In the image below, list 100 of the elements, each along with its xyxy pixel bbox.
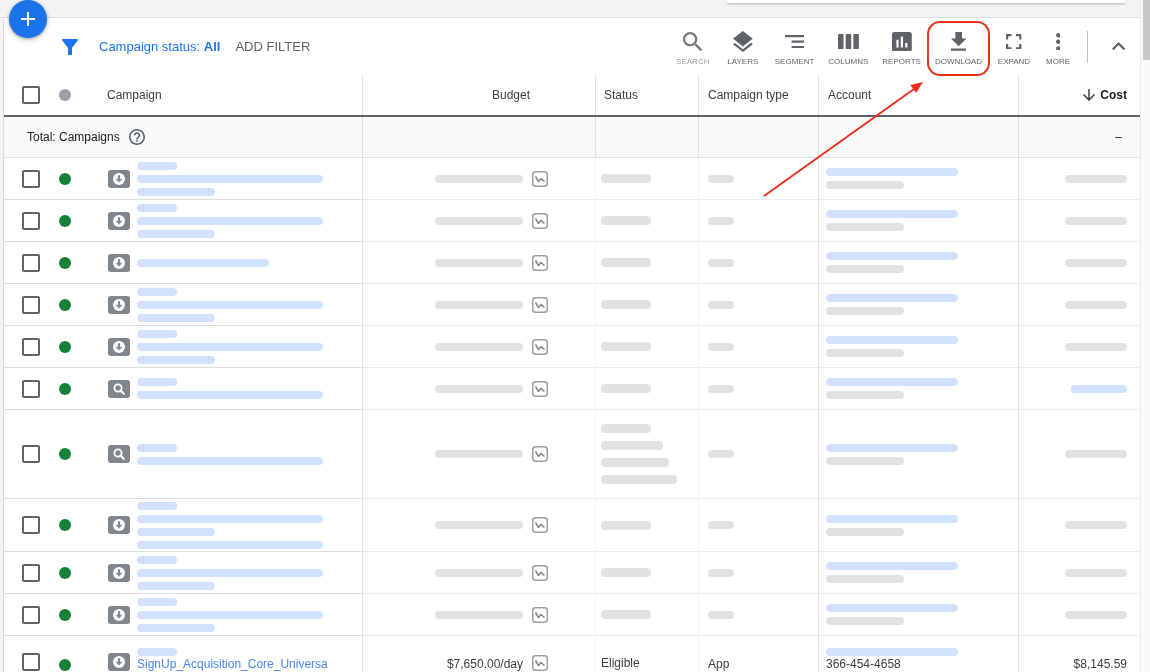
columns-button[interactable]: COLUMNS [824, 21, 873, 72]
download-icon [108, 516, 130, 534]
redacted-text [137, 597, 177, 606]
redacted-text [708, 521, 734, 529]
chart-icon [532, 380, 548, 397]
chart-icon [532, 338, 548, 355]
redacted-text [137, 647, 177, 656]
download-icon [108, 337, 130, 356]
redacted-text [1065, 216, 1127, 225]
redacted-text [137, 378, 177, 386]
checkbox[interactable] [22, 86, 40, 104]
redacted-text [708, 300, 734, 309]
download-icon [108, 605, 130, 624]
redacted-text [601, 342, 651, 351]
redacted-text [137, 287, 177, 296]
redacted-text [601, 568, 651, 577]
status-filter[interactable]: Campaign status: All [99, 39, 221, 54]
checkbox[interactable] [22, 516, 40, 534]
redacted-text [601, 174, 651, 183]
download-icon [108, 253, 130, 272]
column-header[interactable]: Account [828, 88, 872, 102]
chevron-up-icon [1112, 42, 1126, 51]
redacted-text [1065, 174, 1127, 183]
redacted-text [1065, 521, 1127, 529]
download-icon [108, 295, 130, 314]
checkbox[interactable] [22, 445, 40, 463]
chart-icon [532, 296, 548, 313]
chart-icon [532, 212, 548, 229]
column-header[interactable]: Status [604, 88, 639, 102]
chart-icon [532, 564, 548, 581]
plus-icon [21, 12, 35, 26]
redacted-text [601, 300, 651, 309]
download-icon [950, 32, 967, 51]
redacted-text [137, 203, 177, 212]
total-cost: – [1115, 130, 1122, 144]
checkbox[interactable] [22, 295, 40, 314]
redacted-text [708, 258, 734, 267]
account-number: 366-454-4658 [826, 658, 901, 671]
redacted-text [601, 384, 651, 393]
chart-icon [532, 655, 548, 671]
checkbox[interactable] [22, 653, 40, 671]
chart-icon [532, 170, 548, 187]
column-header[interactable]: Cost [1083, 88, 1127, 102]
redacted-text [708, 568, 734, 577]
redacted-text [601, 216, 651, 225]
search-icon [683, 31, 703, 52]
redacted-text [708, 174, 734, 183]
more-icon [1055, 32, 1061, 51]
redacted-text [137, 501, 177, 510]
checkbox[interactable] [22, 337, 40, 356]
download-icon [108, 169, 130, 188]
redacted-text [1065, 300, 1127, 309]
chart-icon [532, 606, 548, 623]
campaign-type-text: App [708, 658, 730, 671]
redacted-text [1065, 450, 1127, 458]
redacted-text [1071, 384, 1127, 393]
checkbox[interactable] [22, 605, 40, 624]
download-icon [108, 211, 130, 230]
redacted-text [601, 441, 663, 450]
filter-icon [62, 38, 78, 55]
reports-button[interactable]: REPORTS [878, 21, 925, 72]
redacted-text [708, 342, 734, 351]
redacted-text [1065, 568, 1127, 577]
cost-amount: $8,145.59 [1073, 658, 1127, 671]
redacted-text [1065, 342, 1127, 351]
chart-icon [532, 446, 548, 462]
lines-icon [784, 34, 805, 49]
chart-icon [532, 517, 548, 533]
redacted-text [708, 610, 734, 619]
status-text: Eligible [601, 655, 640, 672]
fullscreen-icon [1006, 33, 1022, 50]
download-button[interactable]: DOWNLOAD [930, 21, 986, 72]
checkbox[interactable] [22, 379, 40, 398]
sort-arrow-icon [1083, 89, 1096, 101]
checkbox[interactable] [22, 169, 40, 188]
download-icon [108, 563, 130, 582]
status-header-icon [59, 89, 71, 101]
chart-icon [532, 254, 548, 271]
checkbox[interactable] [22, 211, 40, 230]
checkbox[interactable] [22, 563, 40, 582]
checkbox[interactable] [22, 253, 40, 272]
redacted-text [601, 520, 651, 530]
budget-amount: $7,650.00/day [446, 658, 523, 671]
column-header[interactable]: Campaign [107, 88, 162, 102]
help-icon[interactable] [128, 129, 145, 145]
layers-button[interactable]: LAYERS [720, 21, 765, 72]
redacted-text [708, 384, 734, 393]
redacted-text [708, 450, 734, 458]
redacted-text [137, 161, 177, 170]
scrollbar-thumb[interactable] [1143, 0, 1150, 60]
layers-icon [732, 31, 753, 52]
expand-button[interactable]: EXPAND [992, 21, 1036, 72]
redacted-text [601, 458, 669, 467]
search-icon [108, 445, 130, 463]
campaign-name-link[interactable]: SignUp_Acquisition_Core_Universa [137, 658, 328, 671]
more-button[interactable]: MORE [1042, 21, 1074, 72]
column-header[interactable]: Budget [491, 88, 530, 102]
segment-button[interactable]: SEGMENT [770, 21, 819, 72]
column-header[interactable]: Campaign type [708, 88, 789, 102]
add-filter-button[interactable]: ADD FILTER [235, 39, 311, 54]
